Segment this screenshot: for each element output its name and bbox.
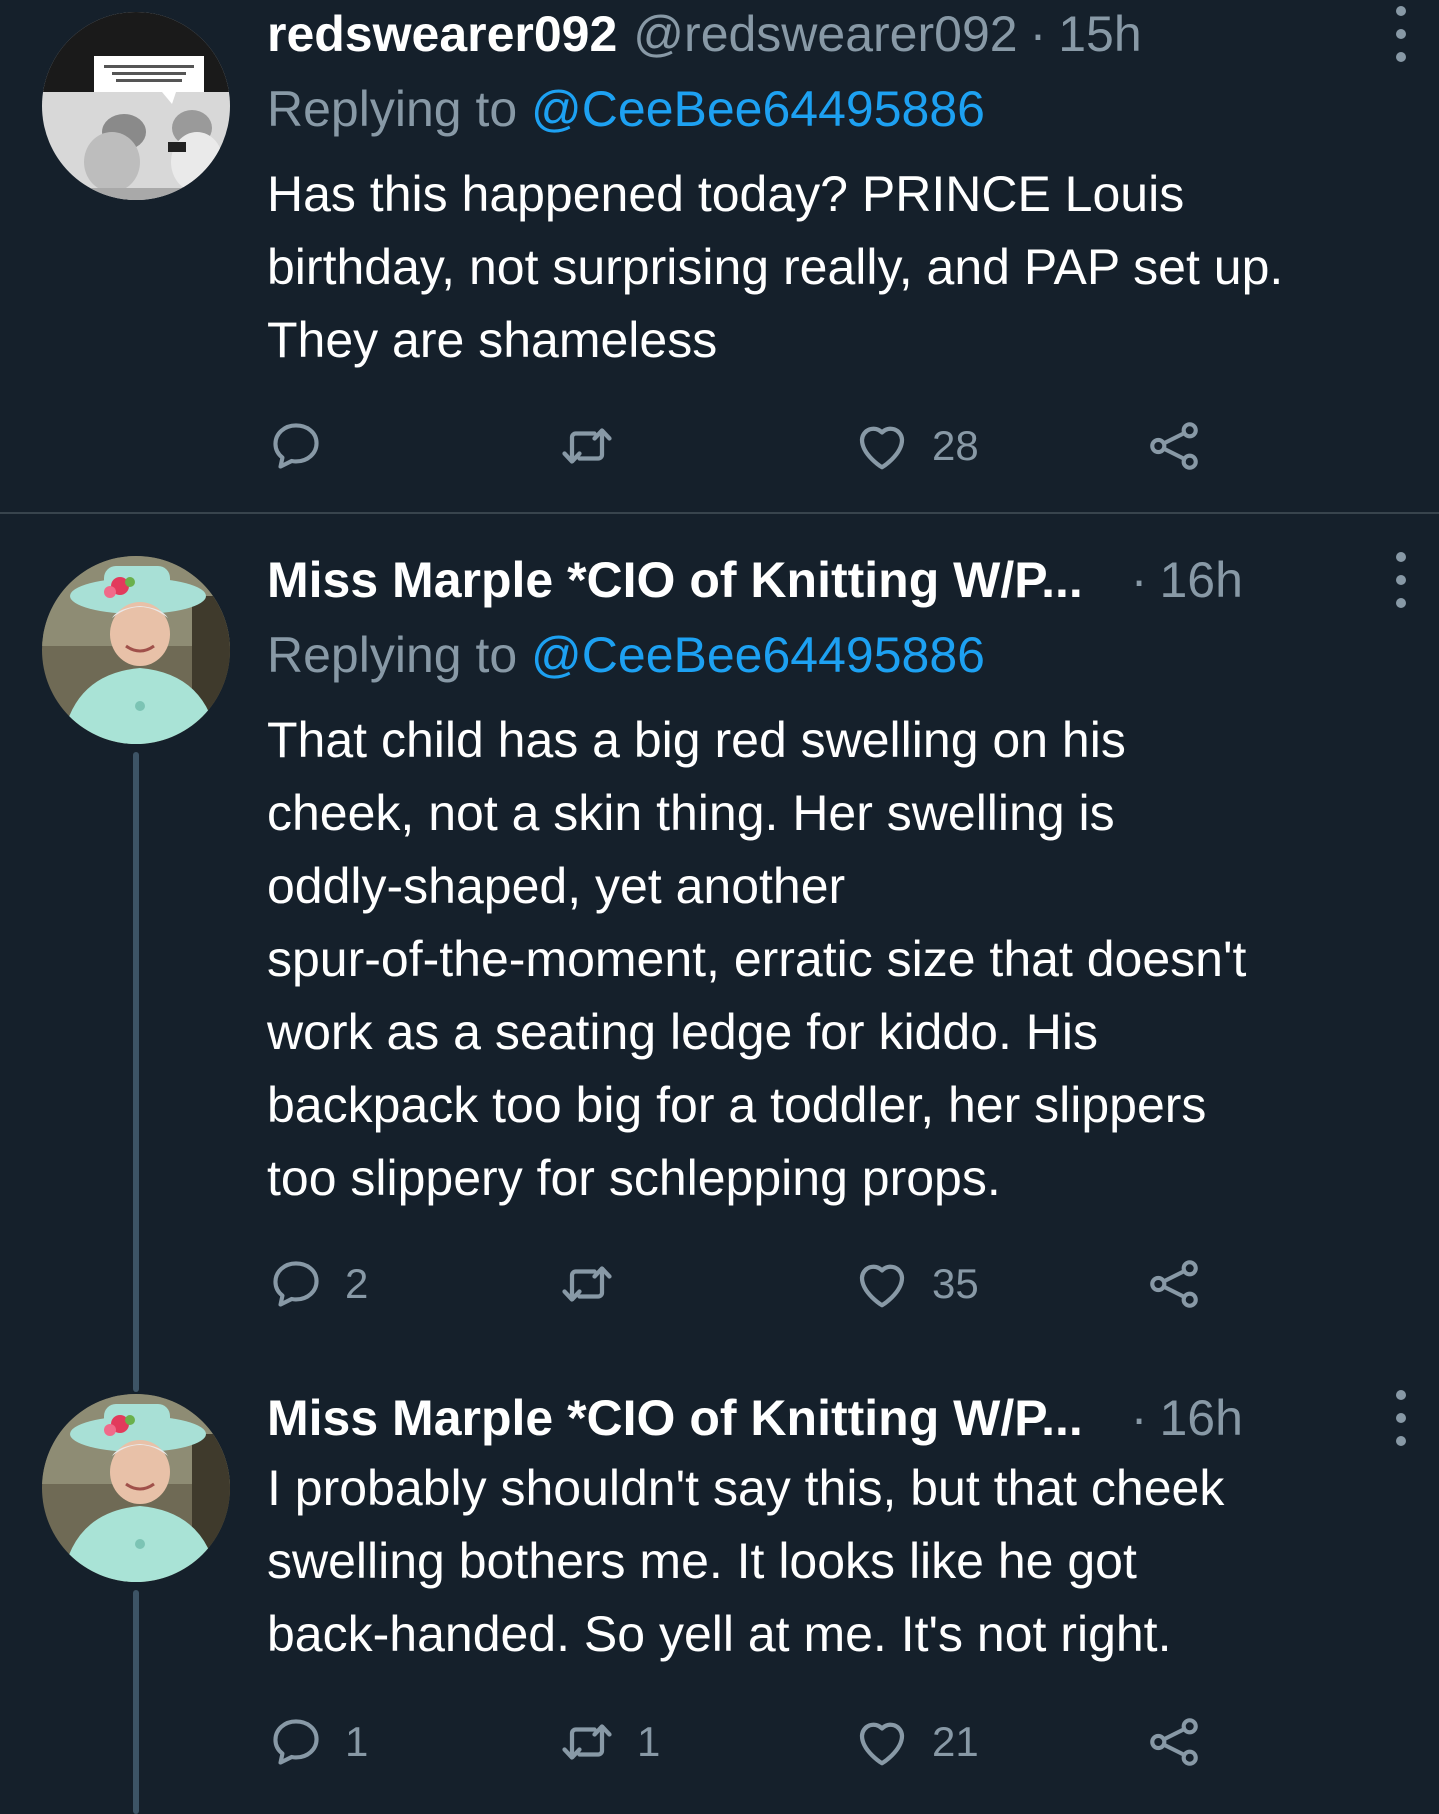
tweet-text: That child has a big red swelling on his… xyxy=(267,712,1247,1206)
timestamp[interactable]: 15h xyxy=(1058,5,1141,63)
display-name[interactable]: Miss Marple *CIO of Knitting W/P... xyxy=(267,551,1083,609)
speech-bubble-icon xyxy=(267,1255,325,1313)
retweet-button[interactable] xyxy=(557,416,637,476)
share-button[interactable] xyxy=(1145,1712,1203,1772)
thread-line xyxy=(133,1590,139,1814)
avatar[interactable] xyxy=(42,12,230,200)
like-button[interactable]: 21 xyxy=(852,1712,979,1772)
like-button[interactable]: 28 xyxy=(852,416,979,476)
reply-button[interactable] xyxy=(267,416,345,476)
more-options-icon[interactable] xyxy=(1391,6,1411,62)
share-nodes-icon xyxy=(1145,1713,1203,1771)
like-button[interactable]: 35 xyxy=(852,1254,979,1314)
timestamp[interactable]: 16h xyxy=(1159,551,1242,609)
more-options-icon[interactable] xyxy=(1391,1390,1411,1446)
tweet-header: redswearer092 @redswearer092 · 15h xyxy=(267,4,1409,64)
time-separator: · xyxy=(1029,6,1047,62)
reply-button[interactable]: 1 xyxy=(267,1712,368,1772)
user-handle[interactable]: @redswearer092 xyxy=(633,5,1017,63)
retweet-count: 1 xyxy=(637,1718,661,1765)
like-count: 28 xyxy=(932,422,979,469)
retweet-arrows-icon xyxy=(557,416,617,476)
retweet-button[interactable]: 1 xyxy=(557,1712,660,1772)
tweet-3[interactable]: Miss Marple *CIO of Knitting W/P... · 16… xyxy=(0,1390,1439,1814)
tweet-text: I probably shouldn't say this, but that … xyxy=(267,1460,1225,1662)
retweet-button[interactable] xyxy=(557,1254,637,1314)
display-name[interactable]: redswearer092 xyxy=(267,5,617,63)
tweet-header: Miss Marple *CIO of Knitting W/P... · 16… xyxy=(267,550,1409,610)
share-button[interactable] xyxy=(1145,416,1203,476)
heart-icon xyxy=(852,1254,912,1314)
reply-count: 1 xyxy=(345,1718,369,1765)
speech-bubble-icon xyxy=(267,417,325,475)
tweet-header: Miss Marple *CIO of Knitting W/P... · 16… xyxy=(267,1388,1409,1448)
speech-bubble-icon xyxy=(267,1713,325,1771)
like-count: 21 xyxy=(932,1718,979,1765)
replying-to-label: Replying to xyxy=(267,81,532,137)
time-separator: · xyxy=(1130,1390,1148,1446)
display-name[interactable]: Miss Marple *CIO of Knitting W/P... xyxy=(267,1389,1083,1447)
like-count: 35 xyxy=(932,1260,979,1307)
retweet-arrows-icon xyxy=(557,1254,617,1314)
replying-to: Replying to @CeeBee64495886 xyxy=(267,626,985,684)
share-nodes-icon xyxy=(1145,1255,1203,1313)
replying-to-mention[interactable]: @CeeBee64495886 xyxy=(531,627,985,683)
tweet-2[interactable]: Miss Marple *CIO of Knitting W/P... · 16… xyxy=(0,514,1439,1394)
tweet-text: Has this happened today? PRINCE Louis bi… xyxy=(267,166,1284,368)
share-nodes-icon xyxy=(1145,417,1203,475)
tweet-1[interactable]: redswearer092 @redswearer092 · 15h Reply… xyxy=(0,0,1439,512)
avatar[interactable] xyxy=(42,1394,230,1582)
heart-icon xyxy=(852,416,912,476)
heart-icon xyxy=(852,1712,912,1772)
timestamp[interactable]: 16h xyxy=(1159,1389,1242,1447)
thread-line xyxy=(133,752,139,1392)
share-button[interactable] xyxy=(1145,1254,1203,1314)
replying-to: Replying to @CeeBee64495886 xyxy=(267,80,985,138)
time-separator: · xyxy=(1130,552,1148,608)
retweet-arrows-icon xyxy=(557,1712,617,1772)
more-options-icon[interactable] xyxy=(1391,552,1411,608)
replying-to-label: Replying to xyxy=(267,627,532,683)
replying-to-mention[interactable]: @CeeBee64495886 xyxy=(531,81,985,137)
reply-button[interactable]: 2 xyxy=(267,1254,368,1314)
reply-count: 2 xyxy=(345,1260,369,1307)
avatar[interactable] xyxy=(42,556,230,744)
